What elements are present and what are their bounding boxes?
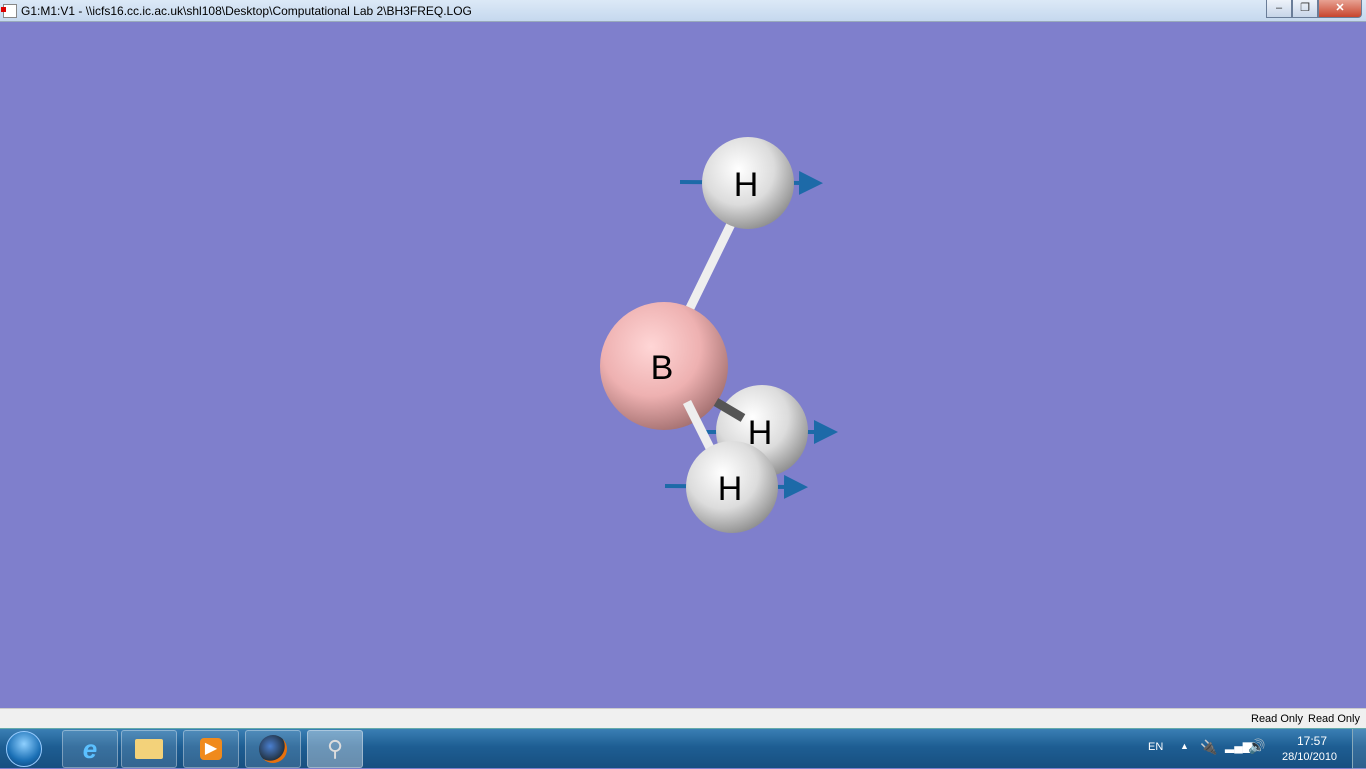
svg-text:B: B	[651, 349, 674, 387]
svg-text:H: H	[718, 470, 743, 508]
close-button[interactable]: ✕	[1318, 0, 1362, 18]
folder-icon[interactable]	[121, 730, 177, 768]
atom-b[interactable]: B	[600, 302, 728, 430]
maximize-button[interactable]: ❐	[1292, 0, 1318, 18]
internet-explorer-icon[interactable]: e	[62, 730, 118, 768]
show-desktop-button[interactable]	[1352, 729, 1366, 769]
firefox-icon[interactable]	[245, 730, 301, 768]
media-player-icon[interactable]: ▶	[183, 730, 239, 768]
molecule-view[interactable]: H B H H	[0, 22, 1366, 708]
clock-time[interactable]: 17:57	[1297, 734, 1327, 748]
svg-text:H: H	[734, 166, 759, 204]
title-bar: G1:M1:V1 - \\icfs16.cc.ic.ac.uk\shl108\D…	[0, 0, 1366, 22]
status-readonly-1: Read Only	[1251, 713, 1303, 725]
atom-h1[interactable]: H	[702, 137, 794, 229]
atom-h3[interactable]: H	[686, 441, 778, 533]
power-icon[interactable]: 🔌	[1200, 739, 1217, 756]
app-icon[interactable]	[1, 3, 17, 18]
volume-icon[interactable]: 🔊	[1248, 738, 1265, 755]
taskbar: e ▶ ⚲ EN ▲ 🔌 ▂▄▆ 🔊 17:57 28/10/2010	[0, 728, 1366, 769]
status-readonly-2: Read Only	[1308, 713, 1360, 725]
window-title: G1:M1:V1 - \\icfs16.cc.ic.ac.uk\shl108\D…	[21, 3, 472, 18]
clock-date[interactable]: 28/10/2010	[1282, 751, 1337, 763]
molecule-viewport[interactable]: H B H H	[0, 22, 1366, 708]
gaussview-icon[interactable]: ⚲	[307, 730, 363, 768]
status-bar: Read Only Read Only	[0, 708, 1366, 728]
minimize-button[interactable]: –	[1266, 0, 1292, 18]
language-indicator[interactable]: EN	[1148, 741, 1163, 753]
show-hidden-icons[interactable]: ▲	[1180, 741, 1189, 751]
start-button[interactable]	[6, 731, 42, 767]
bond-b-h1	[685, 220, 737, 310]
